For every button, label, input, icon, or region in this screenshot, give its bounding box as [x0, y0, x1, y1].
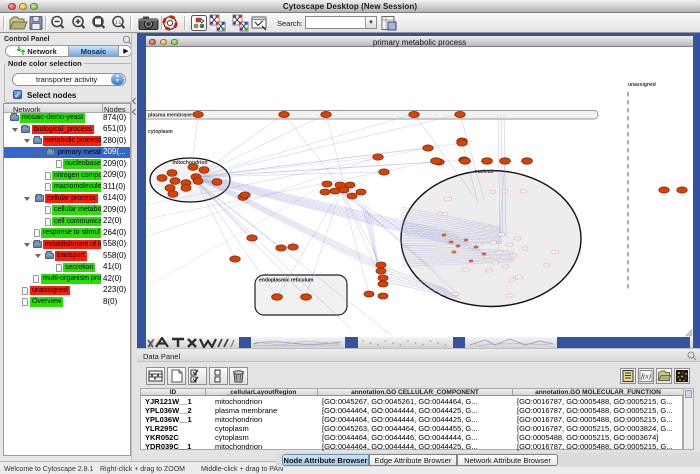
svg-text:1:1: 1:1 — [115, 20, 122, 25]
svg-text:plasma membrane: plasma membrane — [148, 113, 192, 119]
svg-text:f(x): f(x) — [641, 373, 651, 381]
svg-text:cytoplasm: cytoplasm — [148, 129, 173, 135]
svg-text:unassigned: unassigned — [628, 82, 656, 88]
svg-text:nucleus: nucleus — [475, 169, 494, 175]
